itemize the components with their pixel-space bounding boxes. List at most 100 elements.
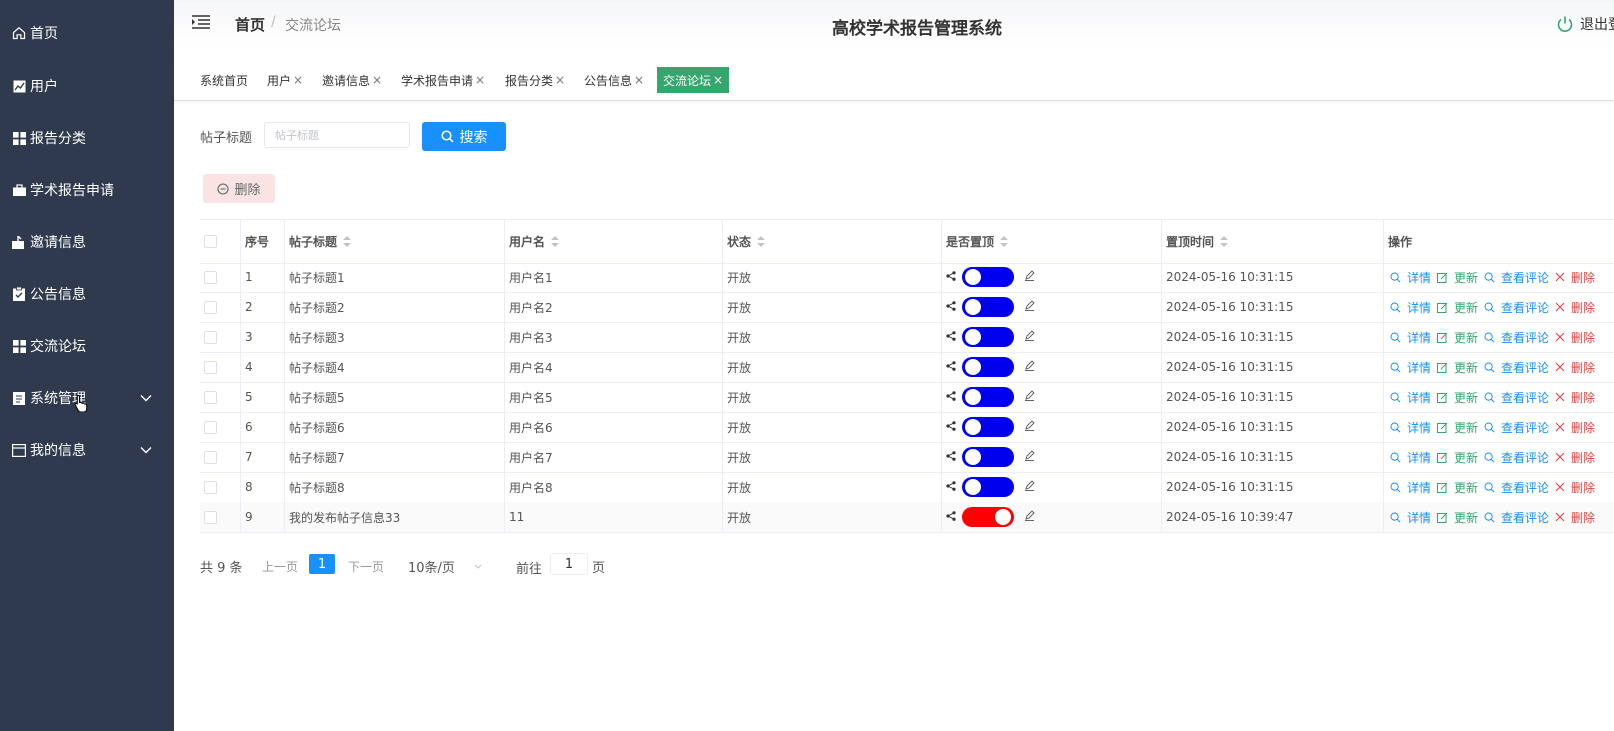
pagination-next[interactable]: 下一页 [348,558,384,575]
close-icon[interactable]: × [475,73,485,87]
row-checkbox[interactable] [204,330,217,344]
pencil-icon[interactable] [1024,360,1035,374]
tab-2[interactable]: 用户 × [267,67,303,93]
pencil-icon[interactable] [1024,420,1035,434]
pagination-prev[interactable]: 上一页 [262,558,298,575]
row-checkbox[interactable] [204,360,217,374]
delete-button[interactable]: 删除 [1555,419,1595,436]
update-button[interactable]: 更新 [1437,419,1478,436]
tab-1[interactable]: 系统首页 [200,67,248,93]
delete-button[interactable]: 删除 [1555,449,1595,466]
pagination-goto-input[interactable] [550,553,588,575]
update-button[interactable]: 更新 [1437,509,1478,526]
pin-toggle-switch[interactable] [962,387,1014,407]
row-checkbox[interactable] [204,420,217,434]
row-checkbox[interactable] [204,450,217,464]
tab-6[interactable]: 公告信息 × [584,67,644,93]
sidebar-item-6[interactable]: 公告信息 [0,274,174,314]
detail-button[interactable]: 详情 [1390,419,1431,436]
pin-toggle-switch[interactable] [962,297,1014,317]
share-icon[interactable] [946,270,956,284]
share-icon[interactable] [946,480,956,494]
share-icon[interactable] [946,450,956,464]
sort-icon[interactable] [343,235,352,248]
pin-toggle-switch[interactable] [962,357,1014,377]
tab-5[interactable]: 报告分类 × [505,67,565,93]
view-comments-button[interactable]: 查看评论 [1484,299,1549,316]
sidebar-item-4[interactable]: 学术报告申请 [0,170,174,210]
sort-icon[interactable] [757,235,766,248]
search-button[interactable]: 搜索 [422,122,506,151]
update-button[interactable]: 更新 [1437,329,1478,346]
view-comments-button[interactable]: 查看评论 [1484,419,1549,436]
column-header-6[interactable]: 置顶时间 [1161,220,1383,263]
page-size-select[interactable]: 10条/页 [408,557,485,576]
sidebar-item-7[interactable]: 交流论坛 [0,326,174,366]
detail-button[interactable]: 详情 [1390,359,1431,376]
close-icon[interactable]: × [634,73,644,87]
share-icon[interactable] [946,360,956,374]
search-input[interactable] [264,122,410,148]
pin-toggle-switch[interactable] [962,267,1014,287]
pin-toggle-switch[interactable] [962,507,1014,527]
pagination-page-current[interactable]: 1 [309,554,335,574]
pencil-icon[interactable] [1024,390,1035,404]
delete-button[interactable]: 删除 [1555,389,1595,406]
pin-toggle-switch[interactable] [962,417,1014,437]
column-header-5[interactable]: 是否置顶 [941,220,1161,263]
column-header-4[interactable]: 状态 [722,220,941,263]
pin-toggle-switch[interactable] [962,327,1014,347]
pencil-icon[interactable] [1024,300,1035,314]
detail-button[interactable]: 详情 [1390,479,1431,496]
logout-button[interactable]: 退出登录 [1556,14,1614,34]
batch-delete-button[interactable]: 删除 [203,174,275,203]
row-checkbox[interactable] [204,510,217,524]
sort-icon[interactable] [1220,235,1229,248]
row-checkbox[interactable] [204,480,217,494]
pencil-icon[interactable] [1024,480,1035,494]
detail-button[interactable]: 详情 [1390,449,1431,466]
view-comments-button[interactable]: 查看评论 [1484,269,1549,286]
sidebar-item-1[interactable]: 首页 [0,13,174,53]
sort-icon[interactable] [1000,235,1009,248]
pin-toggle-switch[interactable] [962,447,1014,467]
tab-4[interactable]: 学术报告申请 × [401,67,485,93]
pencil-icon[interactable] [1024,450,1035,464]
update-button[interactable]: 更新 [1437,479,1478,496]
pin-toggle-switch[interactable] [962,477,1014,497]
row-checkbox[interactable] [204,390,217,404]
close-icon[interactable]: × [293,73,303,87]
detail-button[interactable]: 详情 [1390,509,1431,526]
detail-button[interactable]: 详情 [1390,269,1431,286]
column-header-2[interactable]: 帖子标题 [284,220,504,263]
close-icon[interactable]: × [713,73,723,87]
update-button[interactable]: 更新 [1437,449,1478,466]
sidebar-item-5[interactable]: 邀请信息 [0,222,174,262]
delete-button[interactable]: 删除 [1555,299,1595,316]
delete-button[interactable]: 删除 [1555,329,1595,346]
row-checkbox[interactable] [204,300,217,314]
pencil-icon[interactable] [1024,330,1035,344]
close-icon[interactable]: × [372,73,382,87]
view-comments-button[interactable]: 查看评论 [1484,479,1549,496]
update-button[interactable]: 更新 [1437,299,1478,316]
detail-button[interactable]: 详情 [1390,389,1431,406]
row-checkbox[interactable] [204,270,217,284]
view-comments-button[interactable]: 查看评论 [1484,509,1549,526]
sidebar-item-9[interactable]: 我的信息 [0,430,174,470]
share-icon[interactable] [946,390,956,404]
view-comments-button[interactable]: 查看评论 [1484,449,1549,466]
view-comments-button[interactable]: 查看评论 [1484,359,1549,376]
delete-button[interactable]: 删除 [1555,509,1595,526]
delete-button[interactable]: 删除 [1555,269,1595,286]
share-icon[interactable] [946,420,956,434]
detail-button[interactable]: 详情 [1390,329,1431,346]
share-icon[interactable] [946,330,956,344]
detail-button[interactable]: 详情 [1390,299,1431,316]
tab-7[interactable]: 交流论坛 × [657,67,730,93]
sort-icon[interactable] [551,235,560,248]
tab-3[interactable]: 邀请信息 × [322,67,382,93]
pencil-icon[interactable] [1024,270,1035,284]
delete-button[interactable]: 删除 [1555,479,1595,496]
close-icon[interactable]: × [555,73,565,87]
